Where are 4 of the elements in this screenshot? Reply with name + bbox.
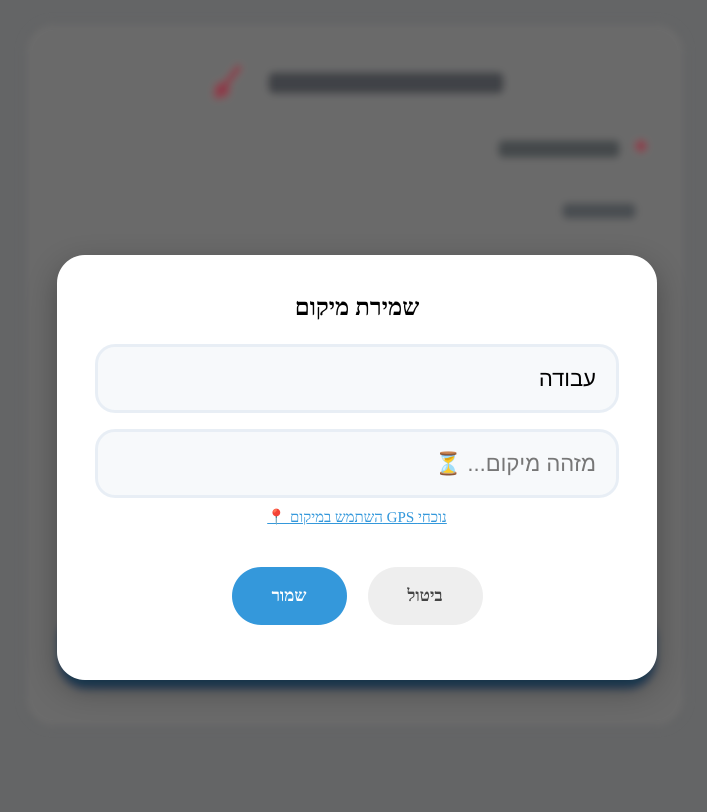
- cancel-button[interactable]: ביטול: [368, 567, 482, 625]
- dialog-title: שמירת מיקום: [294, 294, 420, 323]
- input-field[interactable]: מזהה מיקום... ⏳: [95, 429, 619, 498]
- input-field[interactable]: עבודה: [95, 344, 619, 413]
